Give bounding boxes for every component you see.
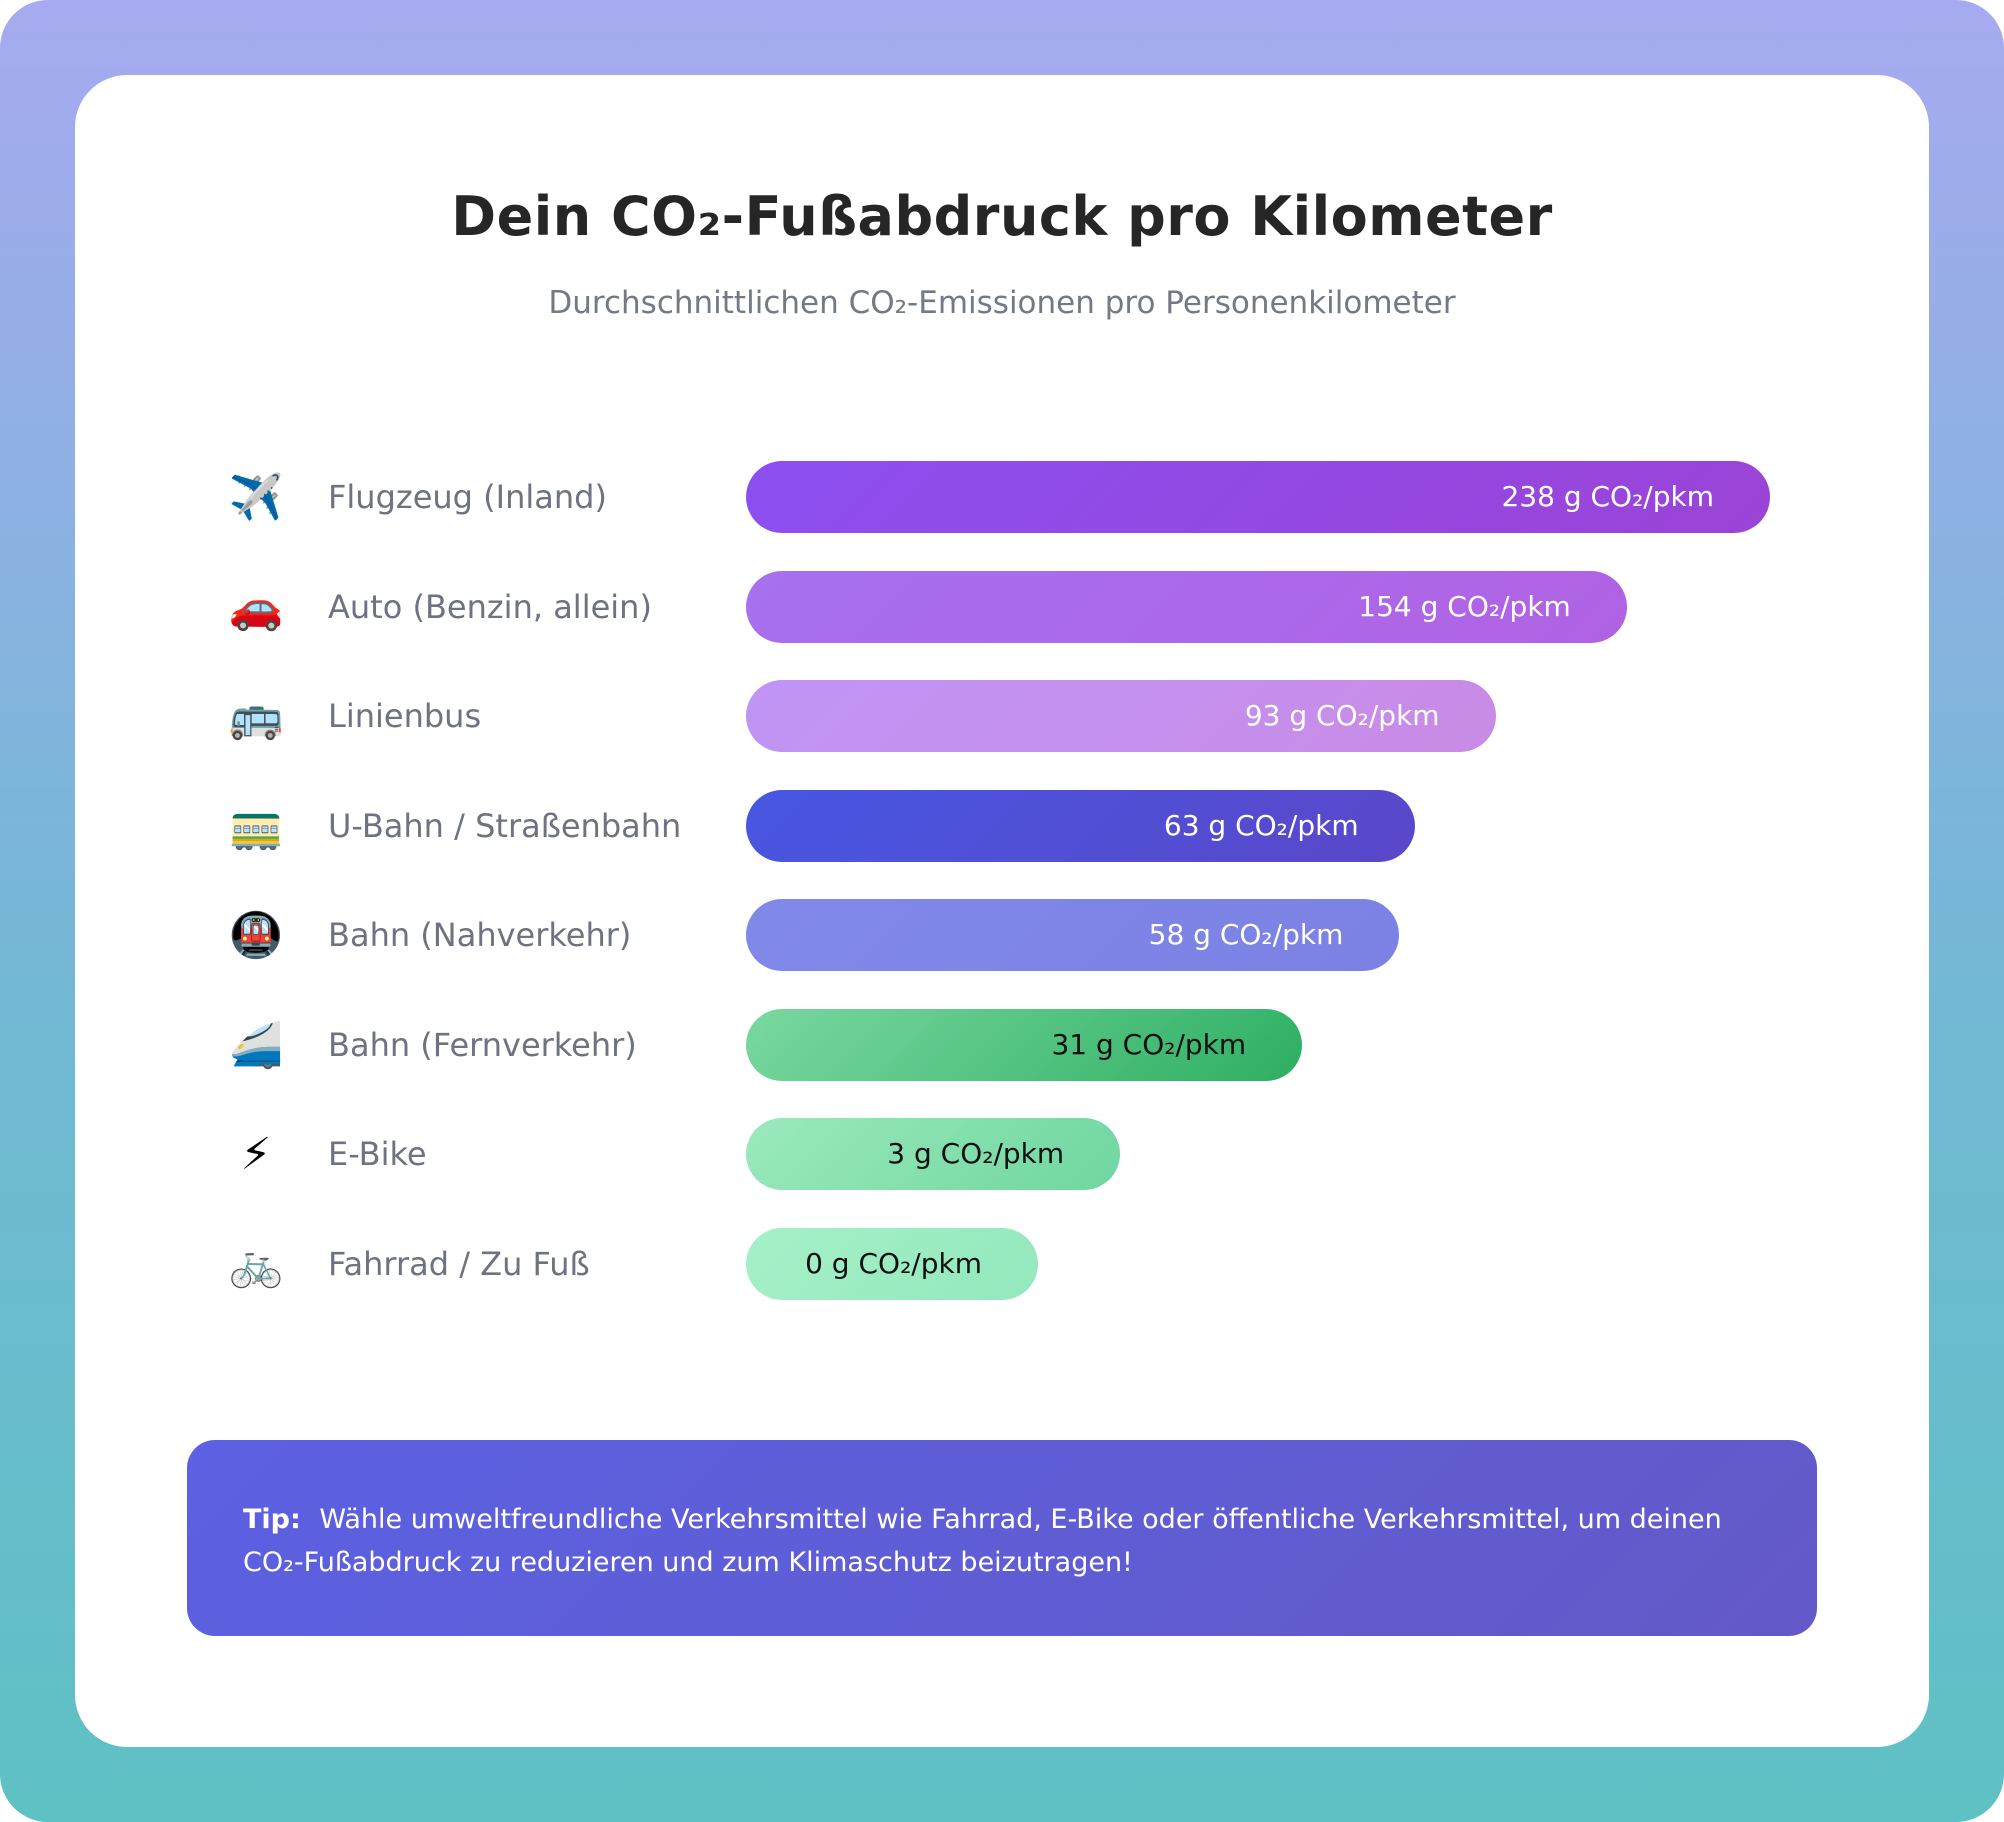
chart-title: Dein CO₂-Fußabdruck pro Kilometer xyxy=(451,185,1553,248)
value-label: 63 g CO₂/pkm xyxy=(1163,808,1359,842)
car-icon: 🚗 xyxy=(228,581,284,633)
bar-row: 🚇 Bahn (Nahverkehr) 58 g CO₂/pkm xyxy=(75,899,1929,971)
bar-row: 🚃 U-Bahn / Straßenbahn 63 g CO₂/pkm xyxy=(75,789,1929,862)
metro-icon: 🚇 xyxy=(228,910,284,961)
value-label: 31 g CO₂/pkm xyxy=(1051,1027,1247,1061)
category-label: Fahrrad / Zu Fuß xyxy=(328,1244,590,1283)
value-label: 93 g CO₂/pkm xyxy=(1244,699,1440,732)
bar-track: 63 g CO₂/pkm xyxy=(746,789,1846,862)
bar-track: 93 g CO₂/pkm xyxy=(746,680,1846,752)
bar-track: 58 g CO₂/pkm xyxy=(746,899,1846,971)
bar-row: 🚌 Linienbus 93 g CO₂/pkm xyxy=(75,680,1929,752)
tram-icon: 🚃 xyxy=(228,800,284,852)
bar-track: 238 g CO₂/pkm xyxy=(746,461,1846,533)
bar: 58 g CO₂/pkm xyxy=(746,899,1400,971)
lightning-icon: ⚡ xyxy=(240,1129,272,1180)
bar-row: 🚄 Bahn (Fernverkehr) 31 g CO₂/pkm xyxy=(75,1008,1929,1081)
category-label: Flugzeug (Inland) xyxy=(328,478,607,516)
tip-text: Wähle umweltfreundliche Verkehrsmittel w… xyxy=(243,1504,1722,1578)
chart-subtitle: Durchschnittlichen CO₂-Emissionen pro Pe… xyxy=(548,285,1456,321)
bar: 0 g CO₂/pkm xyxy=(746,1227,1038,1300)
category-label: Bahn (Nahverkehr) xyxy=(328,916,632,954)
bar: 238 g CO₂/pkm xyxy=(746,461,1770,533)
category-label: E-Bike xyxy=(328,1135,427,1173)
tip-box: Tip: Wähle umweltfreundliche Verkehrsmit… xyxy=(187,1440,1817,1636)
background-frame: Dein CO₂-Fußabdruck pro Kilometer Durchs… xyxy=(0,0,2004,1822)
bar-track: 0 g CO₂/pkm xyxy=(746,1227,1846,1300)
chart-card: Dein CO₂-Fußabdruck pro Kilometer Durchs… xyxy=(75,75,1929,1747)
bar-row: ✈️ Flugzeug (Inland) 238 g CO₂/pkm xyxy=(75,461,1929,533)
bar: 3 g CO₂/pkm xyxy=(746,1118,1121,1190)
bus-icon: 🚌 xyxy=(228,691,284,742)
category-label: Auto (Benzin, allein) xyxy=(328,587,652,626)
bar-row: ⚡ E-Bike 3 g CO₂/pkm xyxy=(75,1118,1929,1190)
bar-row: 🚗 Auto (Benzin, allein) 154 g CO₂/pkm xyxy=(75,570,1929,643)
bicycle-icon: 🚲 xyxy=(228,1238,284,1290)
value-label: 238 g CO₂/pkm xyxy=(1501,480,1714,513)
value-label: 58 g CO₂/pkm xyxy=(1148,918,1344,951)
bar: 63 g CO₂/pkm xyxy=(746,789,1415,862)
bar-track: 154 g CO₂/pkm xyxy=(746,570,1846,643)
high-speed-train-icon: 🚄 xyxy=(228,1019,284,1071)
bar: 31 g CO₂/pkm xyxy=(746,1008,1303,1081)
value-label: 0 g CO₂/pkm xyxy=(805,1246,982,1280)
bar-row: 🚲 Fahrrad / Zu Fuß 0 g CO₂/pkm xyxy=(75,1227,1929,1300)
value-label: 154 g CO₂/pkm xyxy=(1358,589,1571,623)
bar: 93 g CO₂/pkm xyxy=(746,680,1496,752)
airplane-icon: ✈️ xyxy=(228,472,284,523)
bar: 154 g CO₂/pkm xyxy=(746,570,1627,643)
tip-label: Tip: xyxy=(243,1504,301,1535)
bar-track: 31 g CO₂/pkm xyxy=(746,1008,1846,1081)
bar-track: 3 g CO₂/pkm xyxy=(746,1118,1846,1190)
category-label: Bahn (Fernverkehr) xyxy=(328,1025,637,1064)
category-label: U-Bahn / Straßenbahn xyxy=(328,806,682,845)
category-label: Linienbus xyxy=(328,697,482,735)
value-label: 3 g CO₂/pkm xyxy=(887,1137,1065,1170)
